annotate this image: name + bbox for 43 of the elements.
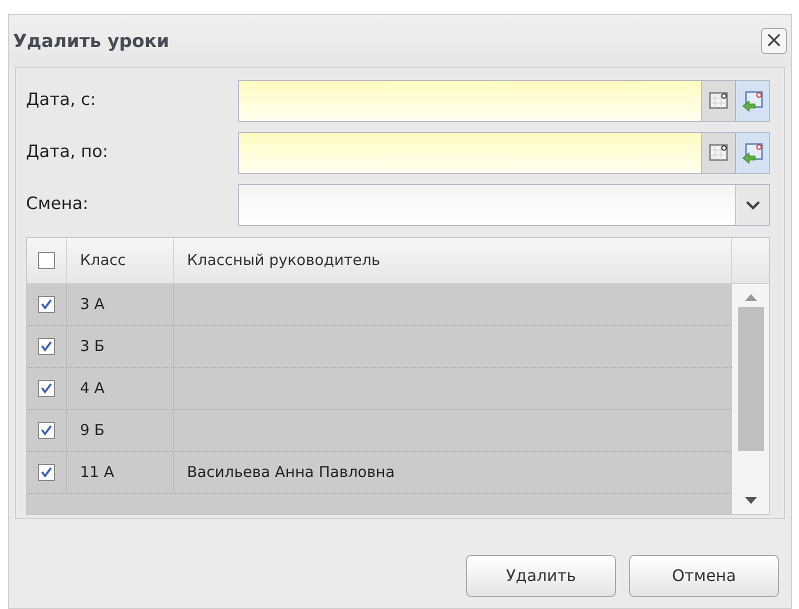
- checkbox[interactable]: [38, 422, 55, 439]
- date-field[interactable]: [238, 132, 770, 174]
- checkbox[interactable]: [38, 338, 55, 355]
- table-cell-text: 11 А: [80, 462, 114, 484]
- table-cell-text: 4 А: [80, 378, 105, 400]
- field-label: Дата, по:: [26, 141, 110, 164]
- table-row[interactable]: 3 Б: [27, 326, 732, 368]
- checkbox[interactable]: [38, 380, 55, 397]
- dialog-button[interactable]: Удалить: [466, 555, 616, 597]
- table-cell-text: 9 Б: [80, 420, 105, 442]
- calendar-icon: [708, 91, 728, 111]
- dropdown-field[interactable]: [238, 184, 770, 226]
- table-cell-text: 3 А: [80, 294, 105, 316]
- date-field[interactable]: [238, 80, 770, 122]
- dropdown-button[interactable]: [735, 185, 769, 225]
- table-row[interactable]: 9 Б: [27, 410, 732, 452]
- calendar-arrow-icon: [742, 142, 764, 164]
- calendar-icon: [708, 143, 728, 163]
- table-cell-text: Васильева Анна Павловна: [187, 462, 395, 484]
- scroll-down-icon: [744, 497, 756, 504]
- chevron-down-icon: [746, 200, 760, 210]
- table-cell-text: 3 Б: [80, 336, 105, 358]
- table-row[interactable]: 4 А: [27, 368, 732, 410]
- close-button[interactable]: ×: [761, 28, 787, 54]
- calendar-arrow-icon: [742, 90, 764, 112]
- scrollbar[interactable]: [732, 284, 769, 514]
- checkbox[interactable]: [38, 296, 55, 313]
- column-header[interactable]: Классный руководитель: [174, 238, 732, 283]
- today-button[interactable]: [735, 81, 769, 121]
- checkbox[interactable]: [38, 464, 55, 481]
- checkbox[interactable]: [38, 252, 55, 269]
- field-label: Смена:: [26, 193, 90, 216]
- calendar-button[interactable]: [701, 133, 735, 173]
- scroll-thumb[interactable]: [738, 307, 764, 451]
- dialog-button[interactable]: Отмена: [629, 555, 779, 597]
- field-label: Дата, с:: [26, 89, 97, 112]
- table-row[interactable]: 11 А Васильева Анна Павловна: [27, 452, 732, 494]
- today-button[interactable]: [735, 133, 769, 173]
- calendar-button[interactable]: [701, 81, 735, 121]
- table-row[interactable]: 3 А: [27, 284, 732, 326]
- scroll-up-icon: [744, 294, 756, 301]
- window-title: Удалить уроки: [13, 30, 170, 54]
- column-header[interactable]: Класс: [67, 238, 174, 283]
